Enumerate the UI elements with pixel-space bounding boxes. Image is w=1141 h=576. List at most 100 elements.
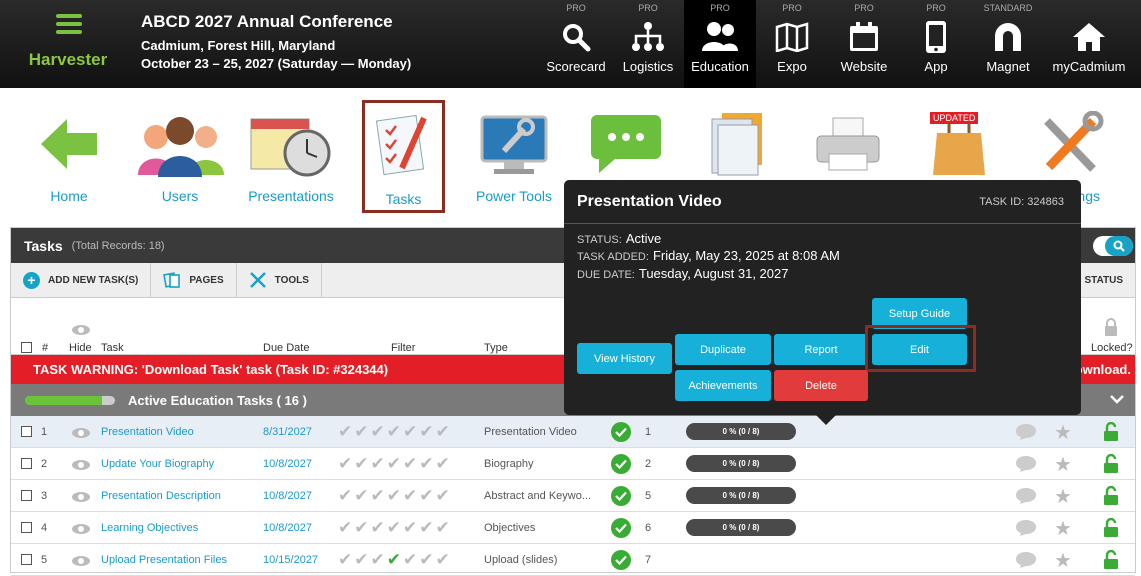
due-date[interactable]: 10/8/2027 [263, 522, 312, 534]
launcher-documents[interactable] [687, 100, 787, 188]
star-icon[interactable]: ★ [1054, 548, 1072, 573]
delete-button[interactable]: Delete [774, 370, 868, 401]
duplicate-button[interactable]: Duplicate [675, 334, 771, 365]
module-logistics[interactable]: PRO Logistics [612, 0, 684, 88]
unlocked-icon[interactable] [1103, 518, 1119, 537]
launcher-print[interactable] [798, 100, 898, 188]
pages-icon [163, 272, 181, 288]
row-checkbox[interactable] [21, 426, 32, 437]
phone-icon [926, 21, 946, 53]
launcher-home[interactable]: Home [19, 100, 119, 204]
module-scorecard[interactable]: PRO Scorecard [540, 0, 612, 88]
row-checkbox[interactable] [21, 522, 32, 533]
launcher-power-tools[interactable]: Power Tools [464, 100, 564, 204]
chevron-down-icon[interactable] [1109, 392, 1125, 406]
search-icon [1113, 240, 1125, 252]
module-app[interactable]: PRO App [900, 0, 972, 88]
task-link[interactable]: Upload Presentation Files [101, 554, 227, 566]
table-row[interactable]: 4 Learning Objectives 10/8/2027 ✔✔✔✔✔✔✔ Obje… [11, 512, 1135, 544]
unlocked-icon[interactable] [1103, 454, 1119, 473]
star-icon[interactable]: ★ [1054, 420, 1072, 445]
eye-icon[interactable] [71, 491, 91, 503]
tools-icon [1044, 111, 1104, 172]
brand[interactable]: Harvester [0, 0, 136, 88]
task-link[interactable]: Presentation Video [101, 426, 194, 438]
task-type: Objectives [484, 522, 536, 534]
task-type: Biography [484, 458, 534, 470]
row-checkbox[interactable] [21, 458, 32, 469]
hierarchy-icon [632, 22, 664, 51]
table-row[interactable]: 2 Update Your Biography 10/8/2027 ✔✔✔✔✔✔✔ Bi… [11, 448, 1135, 480]
comment-icon[interactable] [1015, 455, 1037, 473]
row-number: 4 [41, 522, 48, 534]
app-name: Harvester [28, 50, 108, 69]
module-mycadmium[interactable]: myCadmium [1044, 0, 1134, 88]
group-progress-bar [25, 396, 115, 405]
row-number: 3 [41, 490, 48, 502]
monitor-wrench-icon [480, 115, 548, 174]
star-icon[interactable]: ★ [1054, 516, 1072, 541]
row-checkbox[interactable] [21, 490, 32, 501]
task-count: 5 [645, 490, 652, 502]
task-link[interactable]: Update Your Biography [101, 458, 214, 470]
conference-info: ABCD 2027 Annual Conference Cadmium, For… [141, 12, 411, 71]
calendar-icon [850, 22, 878, 51]
unlocked-icon[interactable] [1103, 422, 1119, 441]
magnet-icon [995, 23, 1021, 51]
unlocked-icon[interactable] [1103, 486, 1119, 505]
comment-icon[interactable] [1015, 423, 1037, 441]
due-date[interactable]: 10/15/2027 [263, 554, 318, 566]
search-field[interactable] [1093, 236, 1133, 256]
status-column-header: STATUS [1084, 275, 1123, 286]
due-date[interactable]: 10/8/2027 [263, 458, 312, 470]
unlocked-icon[interactable] [1103, 550, 1119, 569]
due-date[interactable]: 8/31/2027 [263, 426, 312, 438]
eye-icon [72, 325, 90, 335]
table-row[interactable]: 1 Presentation Video 8/31/2027 ✔✔✔✔✔✔✔ Prese… [11, 416, 1135, 448]
people-icon [138, 117, 224, 177]
eye-icon[interactable] [71, 459, 91, 471]
star-icon[interactable]: ★ [1054, 452, 1072, 477]
tools-button[interactable]: TOOLS [237, 262, 322, 298]
conference-title: ABCD 2027 Annual Conference [141, 12, 393, 31]
table-row[interactable]: 5 Upload Presentation Files 10/15/2027 ✔✔✔✔… [11, 544, 1135, 576]
add-task-button[interactable]: + ADD NEW TASK(S) [11, 262, 152, 298]
star-icon[interactable]: ★ [1054, 484, 1072, 509]
search-button[interactable] [1105, 236, 1133, 256]
module-education[interactable]: PRO Education [684, 0, 756, 88]
due-date[interactable]: 10/8/2027 [263, 490, 312, 502]
launcher-users[interactable]: Users [130, 100, 230, 204]
module-magnet[interactable]: STANDARD Magnet [972, 0, 1044, 88]
launcher-presentations[interactable]: Presentations [241, 100, 341, 204]
eye-icon[interactable] [71, 523, 91, 535]
eye-icon[interactable] [71, 555, 91, 567]
module-website[interactable]: PRO Website [828, 0, 900, 88]
select-all-checkbox[interactable] [21, 342, 32, 353]
eye-icon[interactable] [71, 427, 91, 439]
row-checkbox[interactable] [21, 554, 32, 565]
launcher-store[interactable]: UPDATED [909, 100, 1009, 188]
launcher-messages[interactable] [576, 100, 676, 188]
comment-icon[interactable] [1015, 551, 1037, 569]
search-icon [563, 24, 591, 52]
record-count: (Total Records: 18) [71, 239, 165, 252]
view-history-button[interactable]: View History [577, 343, 672, 374]
module-expo[interactable]: PRO Expo [756, 0, 828, 88]
menu-icon[interactable] [56, 14, 82, 38]
popover-due: DUE DATE: Tuesday, August 31, 2027 [577, 266, 789, 281]
comment-icon[interactable] [1015, 519, 1037, 537]
launcher-tasks[interactable]: Tasks [362, 100, 445, 213]
task-popover: Presentation Video TASK ID: 324863 STATU… [564, 180, 1081, 425]
task-link[interactable]: Learning Objectives [101, 522, 198, 534]
table-row[interactable]: 3 Presentation Description 10/8/2027 ✔✔✔✔✔✔… [11, 480, 1135, 512]
comment-icon[interactable] [1015, 487, 1037, 505]
updated-badge: UPDATED [930, 112, 979, 124]
home-icon [1073, 23, 1105, 51]
task-link[interactable]: Presentation Description [101, 490, 221, 502]
edit-button[interactable]: Edit [872, 334, 967, 365]
report-button[interactable]: Report [774, 334, 868, 365]
documents-icon [711, 113, 762, 176]
achievements-button[interactable]: Achievements [675, 370, 771, 401]
pages-button[interactable]: PAGES [151, 262, 237, 298]
check-circle-icon [611, 550, 631, 570]
